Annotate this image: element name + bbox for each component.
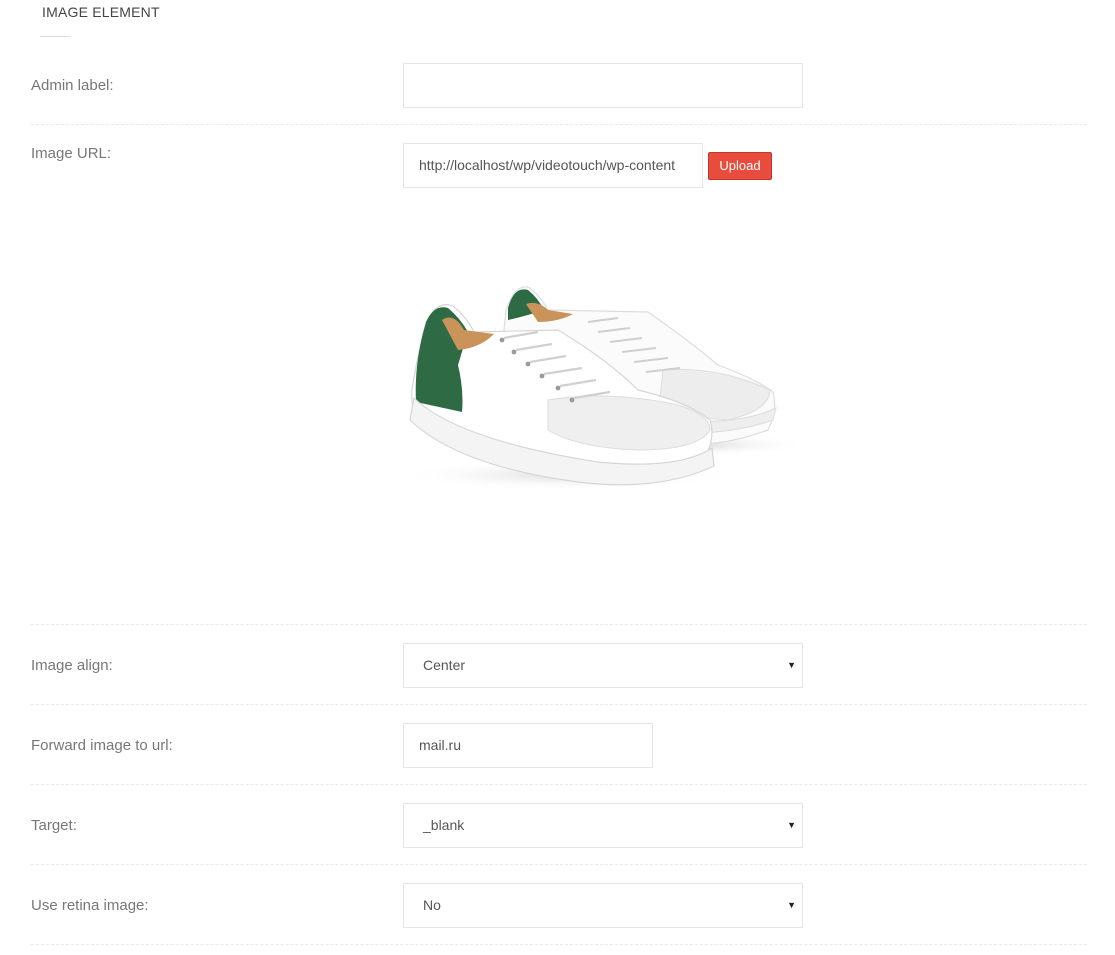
image-element-settings: IMAGE ELEMENT Admin label: Image URL: ht… — [0, 0, 1115, 955]
target-label: Target: — [31, 817, 77, 834]
divider — [31, 784, 1087, 785]
sneaker-image — [398, 286, 808, 491]
image-align-select[interactable]: Center ▼ — [403, 643, 803, 688]
target-value: _blank — [423, 817, 465, 833]
retina-select[interactable]: No ▼ — [403, 883, 803, 928]
image-url-label: Image URL: — [31, 145, 112, 162]
divider — [31, 624, 1087, 625]
admin-label-label: Admin label: — [31, 77, 114, 94]
retina-label: Use retina image: — [31, 897, 149, 914]
caret-down-icon: ▼ — [787, 660, 796, 670]
divider — [31, 704, 1087, 705]
caret-down-icon: ▼ — [787, 900, 796, 910]
divider — [31, 864, 1087, 865]
admin-label-input[interactable] — [403, 63, 803, 108]
divider — [31, 124, 1087, 125]
upload-button[interactable]: Upload — [708, 152, 772, 180]
caret-down-icon: ▼ — [787, 820, 796, 830]
image-align-label: Image align: — [31, 657, 113, 674]
divider — [31, 944, 1087, 945]
image-align-value: Center — [423, 657, 466, 673]
forward-url-label: Forward image to url: — [31, 737, 173, 754]
target-select[interactable]: _blank ▼ — [403, 803, 803, 848]
forward-url-input[interactable]: mail.ru — [403, 723, 653, 768]
section-title: IMAGE ELEMENT — [42, 4, 160, 20]
section-title-underline — [40, 36, 71, 37]
image-url-input[interactable]: http://localhost/wp/videotouch/wp-conten… — [403, 143, 703, 188]
retina-value: No — [423, 897, 441, 913]
